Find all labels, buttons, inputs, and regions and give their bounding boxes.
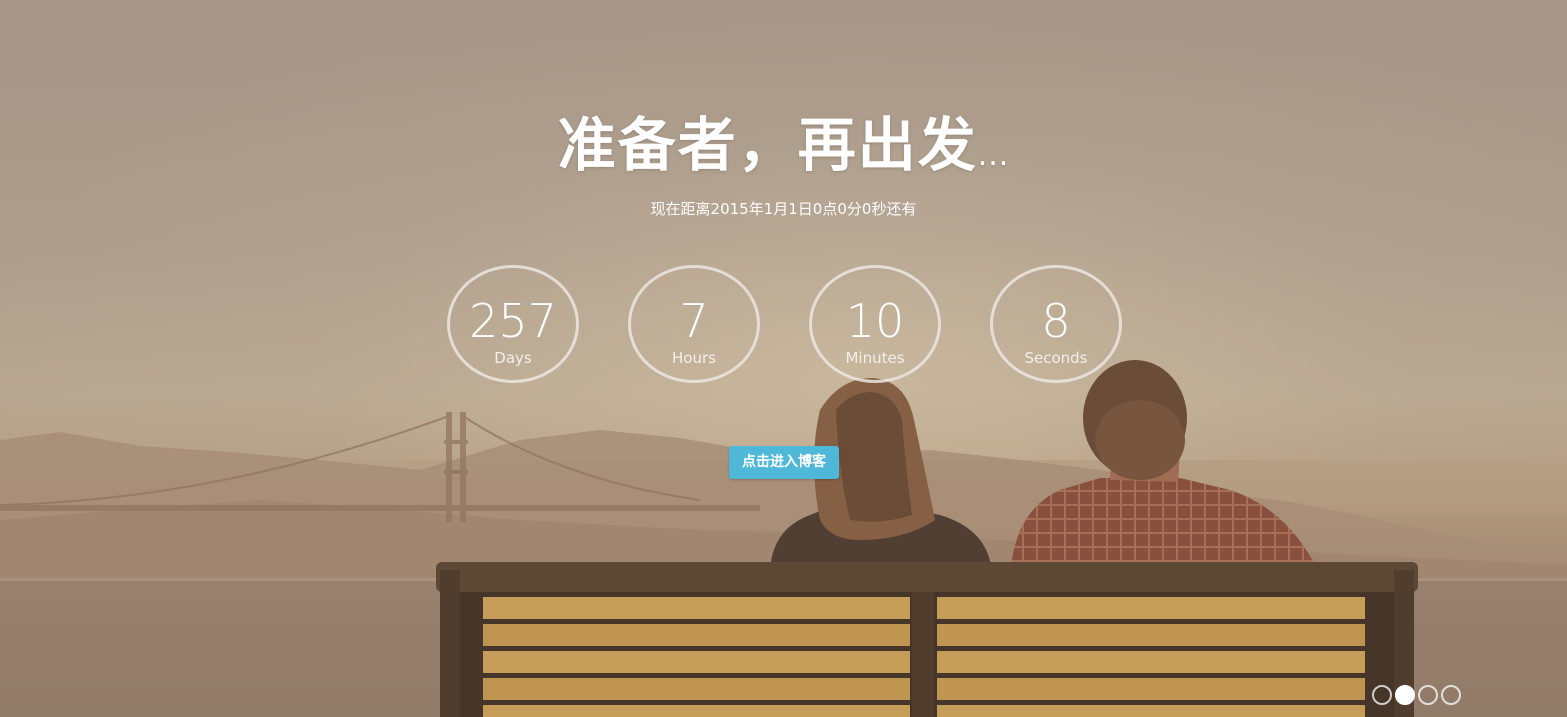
countdown-days: 257 Days — [447, 265, 579, 383]
carousel-dot[interactable] — [1372, 685, 1392, 705]
days-label: Days — [494, 349, 532, 367]
carousel-dot[interactable] — [1441, 685, 1461, 705]
title-ellipsis: ... — [977, 138, 1010, 173]
carousel-dot[interactable] — [1395, 685, 1415, 705]
carousel-dot[interactable] — [1418, 685, 1438, 705]
countdown-subtitle: 现在距离2015年1月1日0点0分0秒还有 — [650, 200, 917, 218]
minutes-label: Minutes — [845, 349, 905, 367]
enter-blog-button[interactable]: 点击进入博客 — [729, 446, 839, 479]
seconds-label: Seconds — [1024, 349, 1088, 367]
countdown-minutes: 10 Minutes — [809, 265, 941, 383]
countdown-hours: 7 Hours — [628, 265, 760, 383]
title-text: 准备者，再出发 — [557, 111, 978, 179]
minutes-value: 10 — [845, 294, 905, 348]
days-value: 257 — [469, 294, 557, 348]
countdown-seconds: 8 Seconds — [990, 265, 1122, 383]
hours-label: Hours — [672, 349, 716, 367]
landing-page: 准备者，再出发... 现在距离2015年1月1日0点0分0秒还有 257 Day… — [0, 0, 1567, 717]
seconds-value: 8 — [1041, 294, 1071, 348]
page-title: 准备者，再出发... — [0, 98, 1567, 182]
hours-value: 7 — [679, 294, 709, 348]
